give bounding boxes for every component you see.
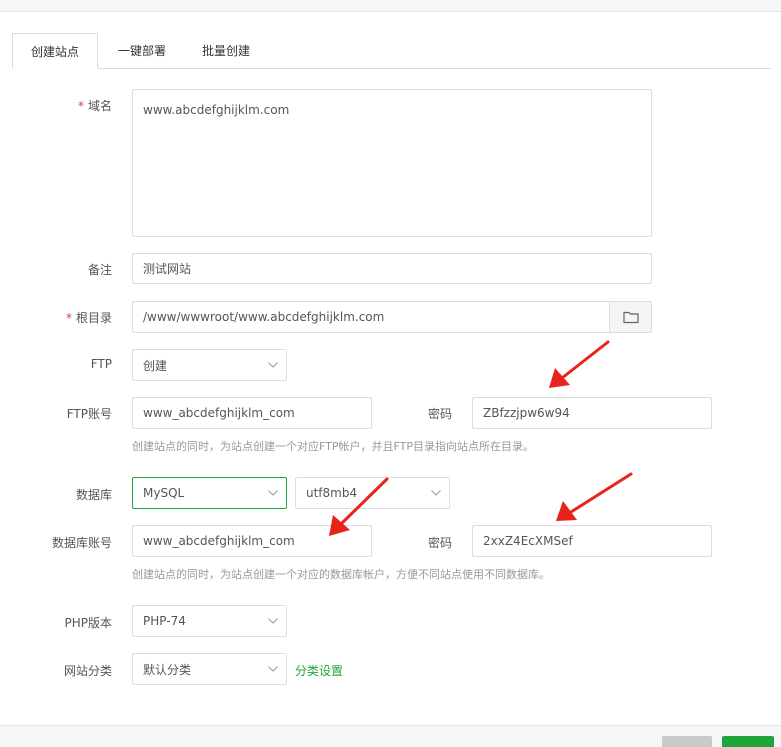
ftp-password-input[interactable]: ZBfzzjpw6w94 xyxy=(472,397,712,429)
cancel-button[interactable] xyxy=(662,736,712,747)
chevron-down-icon xyxy=(268,362,278,368)
submit-button[interactable] xyxy=(722,736,774,747)
top-strip xyxy=(0,0,781,12)
root-label: * 根目录 xyxy=(66,309,112,326)
chevron-down-icon xyxy=(431,490,441,496)
php-version-label: PHP版本 xyxy=(64,616,113,630)
chevron-down-icon xyxy=(268,666,278,672)
charset-value: utf8mb4 xyxy=(306,486,358,500)
db-password-input[interactable]: 2xxZ4EcXMSef xyxy=(472,525,712,557)
php-version-select[interactable]: PHP-74 xyxy=(132,605,287,637)
root-label-text: 根目录 xyxy=(75,311,112,325)
ftp-account-input[interactable]: www_abcdefghijklm_com xyxy=(132,397,372,429)
remark-label: 备注 xyxy=(87,263,112,277)
ftp-label: FTP xyxy=(90,357,112,371)
category-settings-link[interactable]: 分类设置 xyxy=(295,662,343,679)
site-category-value: 默认分类 xyxy=(143,662,192,677)
db-help-text: 创建站点的同时，为站点创建一个对应的数据库帐户，方便不同站点使用不同数据库。 xyxy=(132,568,550,581)
ftp-help-text: 创建站点的同时，为站点创建一个对应FTP帐户，并且FTP目录指向站点所在目录。 xyxy=(132,440,534,453)
ftp-select[interactable]: 创建 xyxy=(132,349,287,381)
root-dir-value: /www/wwwroot/www.abcdefghijklm.com xyxy=(143,310,385,324)
site-category-label: 网站分类 xyxy=(63,664,112,678)
root-dir-input[interactable]: /www/wwwroot/www.abcdefghijklm.com xyxy=(132,301,652,333)
required-mark: * xyxy=(65,311,72,325)
remark-input[interactable]: 测试网站 xyxy=(132,253,652,284)
tab-batch-create[interactable]: 批量创建 xyxy=(188,33,264,69)
database-label: 数据库 xyxy=(75,488,112,502)
ftp-select-value: 创建 xyxy=(143,358,168,373)
php-version-value: PHP-74 xyxy=(143,614,186,628)
tab-one-click-deploy[interactable]: 一键部署 xyxy=(104,33,180,69)
database-type-select[interactable]: MySQL xyxy=(132,477,287,509)
domain-textarea[interactable]: www.abcdefghijklm.com xyxy=(132,89,652,237)
charset-select[interactable]: utf8mb4 xyxy=(295,477,450,509)
arrow-db-password xyxy=(556,472,633,521)
db-account-input[interactable]: www_abcdefghijklm_com xyxy=(132,525,372,557)
database-type-value: MySQL xyxy=(143,486,185,500)
db-account-label: 数据库账号 xyxy=(51,536,112,550)
folder-icon xyxy=(622,311,639,324)
required-mark: * xyxy=(77,99,84,113)
site-category-select[interactable]: 默认分类 xyxy=(132,653,287,685)
db-password-label: 密码 xyxy=(427,536,452,550)
folder-picker-button[interactable] xyxy=(609,302,651,332)
domain-label-text: 域名 xyxy=(87,99,112,113)
tab-bar: 创建站点 一键部署 批量创建 xyxy=(0,33,781,69)
chevron-down-icon xyxy=(268,618,278,624)
ftp-account-label: FTP账号 xyxy=(66,407,112,421)
arrow-ftp-password xyxy=(549,340,610,388)
ftp-password-label: 密码 xyxy=(427,407,452,421)
tab-create-site[interactable]: 创建站点 xyxy=(12,33,98,69)
chevron-down-icon xyxy=(268,490,278,496)
domain-label: * 域名 xyxy=(78,97,112,114)
